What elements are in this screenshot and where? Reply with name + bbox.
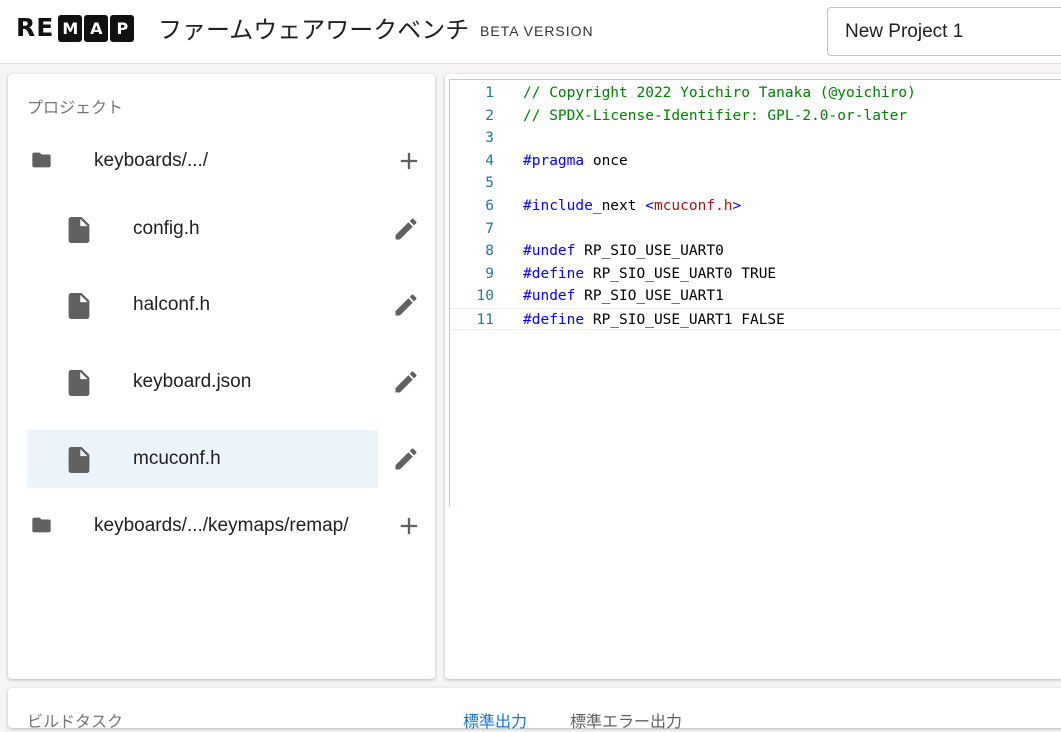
line-number: 10 [476, 288, 494, 305]
build-task-panel: ビルドタスク 標準出力 標準エラー出力 [8, 688, 1061, 731]
project-name-field[interactable] [827, 7, 1061, 56]
file-icon [68, 447, 90, 478]
add-icon[interactable] [395, 147, 423, 175]
folder-label: keyboards/.../keymaps/remap/ [94, 515, 349, 536]
line-number: 5 [485, 175, 494, 192]
file-row-config[interactable]: config.h [27, 200, 378, 258]
logo-letter-box: A [84, 14, 109, 42]
code-line[interactable]: 8 #undef RP_SIO_USE_UART0 [450, 240, 1061, 262]
line-number: 8 [485, 243, 494, 260]
add-icon[interactable] [395, 512, 423, 540]
code-text: // Copyright 2022 Yoichiro Tanaka (@yoic… [523, 82, 916, 104]
code-editor[interactable]: 1 // Copyright 2022 Yoichiro Tanaka (@yoi… [449, 79, 1061, 507]
code-line[interactable]: 7 [450, 218, 1061, 240]
beta-badge: BETA VERSION [480, 23, 594, 39]
code-token: > [732, 198, 742, 214]
file-label: config.h [133, 218, 200, 239]
line-number: 11 [476, 312, 494, 328]
code-token: #pragma [523, 152, 585, 169]
code-token: #define [523, 312, 585, 328]
code-token: #define [523, 265, 585, 282]
code-line[interactable]: 3 [450, 127, 1061, 149]
code-token: < [645, 198, 654, 214]
code-token: RP_SIO_USE_UART0 [575, 243, 724, 260]
code-text: #undef RP_SIO_USE_UART0 [523, 240, 724, 262]
code-text: #pragma once [523, 150, 628, 172]
file-row-keyboard-json[interactable]: keyboard.json [27, 353, 378, 411]
line-number: 4 [485, 152, 494, 169]
edit-icon[interactable] [392, 291, 420, 319]
tab-stdout[interactable]: 標準出力 [463, 708, 527, 732]
edit-icon[interactable] [392, 368, 420, 396]
code-token: // Copyright 2022 Yoichiro Tanaka (@yoic… [523, 85, 916, 101]
folder-icon [29, 514, 54, 541]
line-number: 7 [485, 220, 494, 237]
file-row-mcuconf[interactable]: mcuconf.h [27, 430, 378, 488]
code-line[interactable]: 1 // Copyright 2022 Yoichiro Tanaka (@yoi… [450, 82, 1061, 104]
project-panel: プロジェクト keyboards/.../ config.h halconf.h… [8, 74, 435, 679]
code-token: _next [592, 198, 646, 214]
code-token: // SPDX-License-Identifier: GPL-2.0-or-l… [523, 107, 908, 124]
code-text: #define RP_SIO_USE_UART0 TRUE [523, 263, 776, 285]
code-token: #undef [523, 288, 576, 305]
file-icon [68, 370, 90, 401]
file-label: keyboard.json [133, 371, 252, 392]
file-label: halconf.h [133, 294, 211, 315]
code-token: once [584, 152, 628, 169]
code-line[interactable]: 9 #define RP_SIO_USE_UART0 TRUE [450, 263, 1061, 285]
line-number: 9 [485, 265, 494, 282]
logo-letter-box: P [110, 14, 135, 42]
code-text: #include_next <mcuconf.h> [523, 195, 741, 217]
logo-letter-box: M [58, 14, 83, 42]
code-text: #undef RP_SIO_USE_UART1 [523, 285, 724, 307]
code-line[interactable]: 11 #define RP_SIO_USE_UART1 FALSE [450, 308, 1061, 330]
logo-text: RE [16, 13, 55, 42]
code-line[interactable]: 2 // SPDX-License-Identifier: GPL-2.0-or-… [450, 105, 1061, 127]
folder-row-keymaps-remap[interactable]: keyboards/.../keymaps/remap/ [27, 497, 427, 555]
remap-logo[interactable]: RE M A P [16, 13, 135, 43]
file-label: mcuconf.h [133, 448, 221, 469]
folder-row-keyboards[interactable]: keyboards/.../ [27, 132, 427, 190]
code-line[interactable]: 10 #undef RP_SIO_USE_UART1 [450, 285, 1061, 307]
folder-label: keyboards/.../ [94, 150, 209, 171]
code-token: RP_SIO_USE_UART1 [575, 288, 724, 305]
code-line[interactable]: 5 [450, 172, 1061, 194]
app-header: RE M A P ファームウェアワークベンチ BETA VERSION [0, 0, 1061, 64]
file-row-halconf[interactable]: halconf.h [27, 276, 378, 334]
line-number: 3 [485, 130, 494, 147]
code-text: #define RP_SIO_USE_UART1 FALSE [523, 309, 785, 331]
app-title: ファームウェアワークベンチ [158, 16, 470, 44]
folder-icon [29, 149, 54, 176]
code-token: mcuconf.h [653, 198, 733, 214]
project-name-input[interactable] [828, 8, 1048, 55]
project-section-title: プロジェクト [27, 98, 124, 117]
code-token: #undef [523, 243, 576, 260]
line-number: 1 [485, 85, 494, 101]
code-token: RP_SIO_USE_UART0 TRUE [584, 265, 777, 282]
file-icon [68, 217, 90, 248]
line-number: 6 [485, 198, 494, 214]
code-token: #include [523, 198, 593, 214]
tab-stderr[interactable]: 標準エラー出力 [570, 708, 682, 732]
code-text: // SPDX-License-Identifier: GPL-2.0-or-l… [523, 105, 907, 127]
code-line[interactable]: 6 #include_next <mcuconf.h> [450, 195, 1061, 217]
code-line[interactable]: 4 #pragma once [450, 150, 1061, 172]
editor-panel: 1 // Copyright 2022 Yoichiro Tanaka (@yoi… [445, 74, 1061, 679]
build-task-title: ビルドタスク [27, 712, 124, 731]
line-number: 2 [485, 107, 494, 124]
code-token: RP_SIO_USE_UART1 FALSE [584, 312, 785, 328]
edit-icon[interactable] [392, 445, 420, 473]
edit-icon[interactable] [392, 215, 420, 243]
file-icon [68, 293, 90, 324]
